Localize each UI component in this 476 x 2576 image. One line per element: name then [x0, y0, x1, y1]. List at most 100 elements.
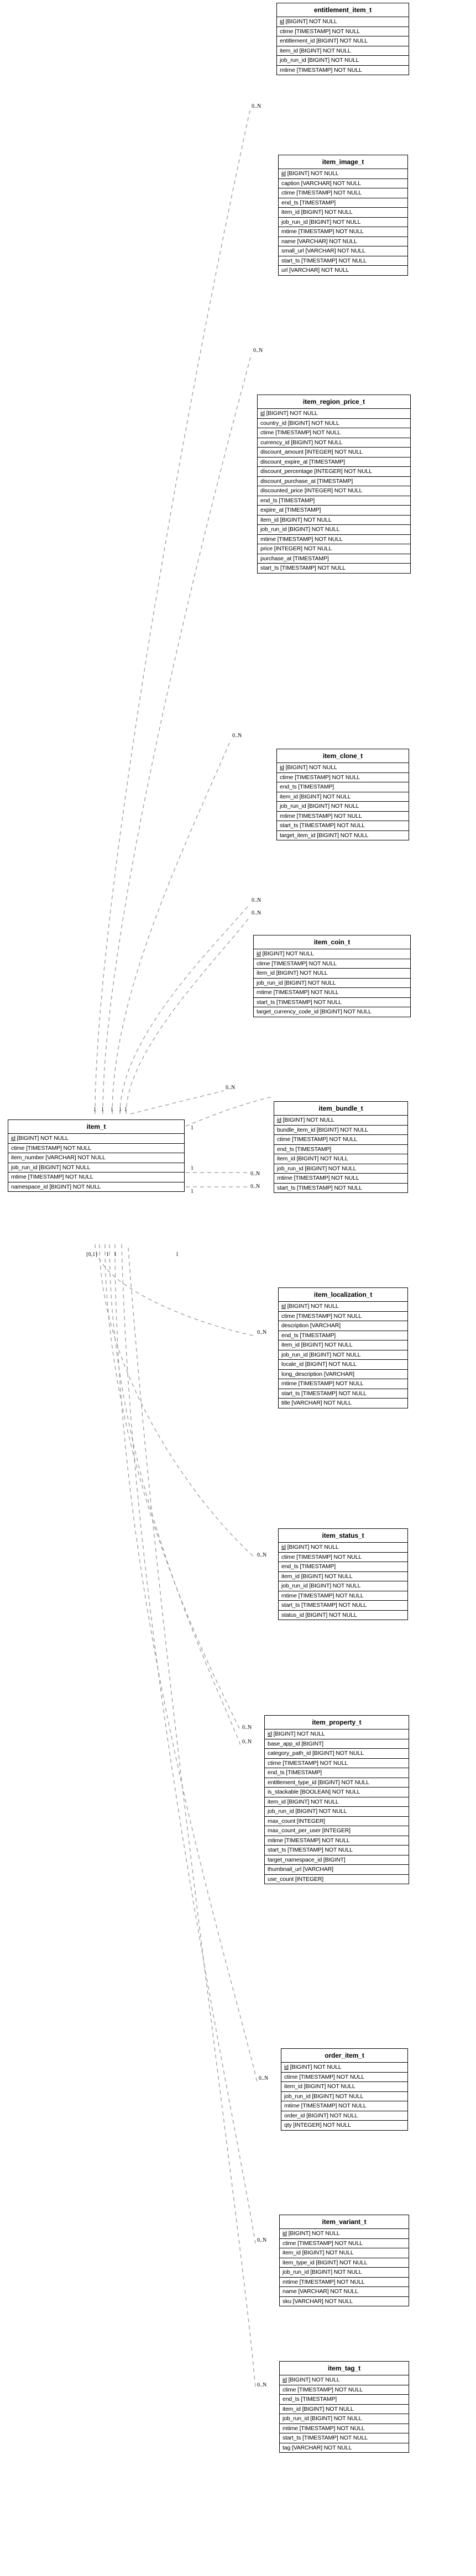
- entity-title: entitlement_item_t: [277, 3, 409, 17]
- attribute-type: [TIMESTAMP]: [295, 1145, 332, 1153]
- entity-item_coin_t[interactable]: item_coin_t id [BIGINT] NOT NULL ctime […: [253, 935, 411, 1017]
- entity-item_region_price_t[interactable]: item_region_price_t id [BIGINT] NOT NULL…: [257, 395, 411, 574]
- attribute-row: max_count_per_user [INTEGER]: [265, 1826, 409, 1836]
- attribute-name: ctime: [280, 774, 294, 781]
- entity-item_bundle_t[interactable]: item_bundle_t id [BIGINT] NOT NULL bundl…: [274, 1101, 408, 1193]
- cardinality-label: 0..N: [242, 1739, 252, 1745]
- cardinality-label: 0..N: [252, 897, 261, 903]
- entity-title: item_coin_t: [254, 935, 410, 949]
- attribute-row: ctime [TIMESTAMP] NOT NULL: [281, 2073, 407, 2082]
- attribute-row: item_id [BIGINT] NOT NULL: [280, 2248, 409, 2258]
- attribute-type: [TIMESTAMP] NOT NULL: [296, 1553, 362, 1560]
- entity-entitlement_item_t[interactable]: entitlement_item_t id [BIGINT] NOT NULL …: [276, 3, 409, 75]
- edge-item-to-item-property-a: [104, 1244, 241, 1731]
- attribute-type: [VARCHAR] NOT NULL: [298, 2288, 358, 2295]
- attribute-type: [VARCHAR] NOT NULL: [45, 1154, 106, 1161]
- attribute-name: ctime: [281, 1312, 295, 1319]
- attribute-type: [TIMESTAMP]: [286, 1769, 322, 1776]
- attribute-name: target_item_id: [280, 832, 316, 839]
- cardinality-label: 1: [119, 1107, 122, 1113]
- entity-item_property_t[interactable]: item_property_t id [BIGINT] NOT NULL bas…: [264, 1715, 409, 1884]
- attribute-row: job_run_id [BIGINT] NOT NULL: [279, 1350, 407, 1360]
- attribute-name: is_stackable: [268, 1789, 299, 1795]
- edge-item-to-order-item: [114, 1244, 258, 2082]
- attribute-type: [TIMESTAMP]: [301, 2396, 337, 2402]
- attribute-row: job_run_id [BIGINT] NOT NULL: [280, 2268, 409, 2278]
- attribute-row: currency_id [BIGINT] NOT NULL: [258, 438, 410, 448]
- cardinality-label: 0..N: [257, 2237, 267, 2243]
- attribute-row: id [BIGINT] NOT NULL: [280, 2375, 409, 2385]
- attribute-row: mtime [TIMESTAMP] NOT NULL: [281, 2101, 407, 2111]
- attribute-name: start_ts: [277, 1184, 296, 1191]
- attribute-row: item_id [BIGINT] NOT NULL: [280, 2405, 409, 2414]
- attribute-row: discount_percentage [INTEGER] NOT NULL: [258, 467, 410, 477]
- entity-item_clone_t[interactable]: item_clone_t id [BIGINT] NOT NULL ctime …: [276, 749, 409, 840]
- attribute-name: description: [281, 1322, 309, 1329]
- attribute-row: id [BIGINT] NOT NULL: [254, 949, 410, 959]
- cardinality-label: 1: [106, 1252, 109, 1258]
- entity-item_localization_t[interactable]: item_localization_t id [BIGINT] NOT NULL…: [278, 1287, 408, 1408]
- attribute-name: item_id: [283, 2405, 301, 2412]
- attribute-type: [BIGINT] NOT NULL: [317, 832, 369, 839]
- entity-order_item_t[interactable]: order_item_t id [BIGINT] NOT NULL ctime …: [281, 2048, 408, 2131]
- attribute-row: ctime [TIMESTAMP] NOT NULL: [277, 773, 409, 782]
- attribute-type: [TIMESTAMP] NOT NULL: [283, 1759, 348, 1767]
- entity-item_variant_t[interactable]: item_variant_t id [BIGINT] NOT NULL ctim…: [279, 2215, 409, 2306]
- attribute-name: job_run_id: [283, 2415, 309, 2422]
- attribute-name: id: [260, 410, 265, 417]
- attribute-row: target_currency_code_id [BIGINT] NOT NUL…: [254, 1007, 410, 1017]
- cardinality-label: 0..N: [257, 1329, 267, 1336]
- attribute-name: order_id: [284, 2112, 305, 2119]
- er-diagram-canvas: entitlement_item_t id [BIGINT] NOT NULL …: [0, 0, 476, 2576]
- edge-item-to-item-bundle-upper: [185, 1096, 273, 1127]
- attribute-name: mtime: [284, 2102, 300, 2109]
- attribute-type: [BIGINT] NOT NULL: [316, 38, 368, 44]
- attribute-name: name: [281, 238, 296, 245]
- attribute-row: mtime [TIMESTAMP] NOT NULL: [265, 1836, 409, 1846]
- attribute-type: [TIMESTAMP]: [317, 477, 353, 485]
- attribute-type: [BIGINT] NOT NULL: [302, 2405, 354, 2412]
- attribute-row: job_run_id [BIGINT] NOT NULL: [258, 525, 410, 535]
- attribute-name: max_count_per_user: [268, 1827, 321, 1834]
- attribute-name: start_ts: [281, 1602, 300, 1608]
- cardinality-label: 0..N: [250, 1171, 260, 1177]
- attribute-type: [INTEGER] NOT NULL: [293, 2122, 351, 2128]
- attribute-name: mtime: [268, 1837, 283, 1844]
- attribute-row: mtime [TIMESTAMP] NOT NULL: [277, 66, 409, 75]
- cardinality-label: 1: [191, 1165, 193, 1171]
- entity-item_tag_t[interactable]: item_tag_t id [BIGINT] NOT NULL ctime [T…: [279, 2361, 409, 2453]
- attribute-row: small_url [VARCHAR] NOT NULL: [279, 246, 407, 256]
- attribute-type: [TIMESTAMP]: [300, 1563, 336, 1570]
- attribute-type: [BIGINT] NOT NULL: [287, 1303, 339, 1310]
- attribute-type: [BIGINT] NOT NULL: [299, 47, 351, 54]
- attribute-type: [BIGINT] NOT NULL: [312, 1750, 364, 1757]
- entity-item_image_t[interactable]: item_image_t id [BIGINT] NOT NULL captio…: [278, 155, 408, 276]
- entity-title: item_localization_t: [279, 1288, 407, 1302]
- attribute-name: sku: [283, 2298, 291, 2305]
- attribute-list: id [BIGINT] NOT NULL ctime [TIMESTAMP] N…: [279, 1302, 407, 1408]
- attribute-row: ctime [TIMESTAMP] NOT NULL: [277, 27, 409, 36]
- attribute-name: caption: [281, 180, 300, 187]
- attribute-row: discount_amount [INTEGER] NOT NULL: [258, 448, 410, 458]
- attribute-name: locale_id: [281, 1361, 304, 1368]
- attribute-name: expire_at: [260, 507, 284, 513]
- entity-item_status_t[interactable]: item_status_t id [BIGINT] NOT NULL ctime…: [278, 1528, 408, 1620]
- attribute-name: qty: [284, 2122, 292, 2128]
- entity-title: item_image_t: [279, 155, 407, 169]
- attribute-type: [BIGINT] NOT NULL: [288, 2377, 340, 2383]
- attribute-row: target_item_id [BIGINT] NOT NULL: [277, 831, 409, 840]
- attribute-row: id [BIGINT] NOT NULL: [277, 763, 409, 773]
- attribute-type: [TIMESTAMP]: [298, 784, 334, 790]
- entity-title: item_property_t: [265, 1716, 409, 1729]
- attribute-row: ctime [TIMESTAMP] NOT NULL: [8, 1144, 184, 1153]
- attribute-name: job_run_id: [257, 979, 283, 986]
- attribute-row: caption [VARCHAR] NOT NULL: [279, 179, 407, 188]
- entity-item_t[interactable]: item_t id [BIGINT] NOT NULL ctime [TIMES…: [8, 1119, 185, 1192]
- attribute-name: mtime: [257, 989, 272, 996]
- attribute-type: [BIGINT] NOT NULL: [305, 1611, 357, 1618]
- cardinality-label: 1: [114, 1252, 117, 1258]
- attribute-row: ctime [TIMESTAMP] NOT NULL: [280, 2239, 409, 2248]
- attribute-name: purchase_at: [260, 555, 292, 562]
- attribute-type: [BIGINT] NOT NULL: [309, 1351, 361, 1358]
- attribute-name: item_id: [257, 970, 275, 976]
